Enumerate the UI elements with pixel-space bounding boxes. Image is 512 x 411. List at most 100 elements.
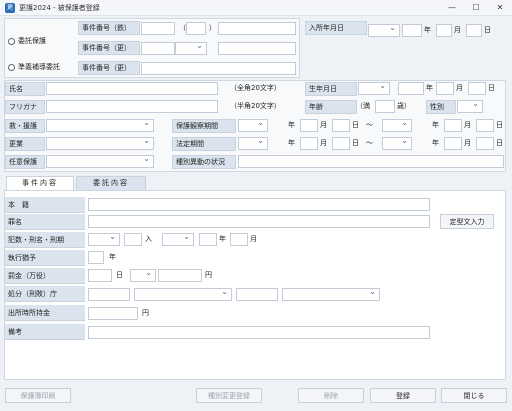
tab-case-content[interactable]: 事件内容 (6, 176, 74, 190)
release-label: 出所時所持金 (5, 305, 85, 321)
case-no-jaku-2[interactable] (186, 22, 206, 35)
kana-input[interactable] (46, 100, 218, 113)
fine-type-select[interactable] (130, 268, 156, 282)
fine-days-input[interactable] (88, 269, 112, 282)
probation-from-month[interactable] (300, 119, 318, 132)
prior-in-unit: 入 (145, 235, 152, 243)
legal-from-era[interactable] (238, 136, 268, 150)
special-label: 種別異動の状況 (172, 155, 236, 169)
minimize-button[interactable]: — (440, 0, 464, 16)
prior-count-select[interactable] (88, 232, 120, 246)
prior-type-select[interactable] (162, 232, 194, 246)
tab-entrust-content[interactable]: 委託内容 (76, 176, 146, 190)
legal-from-month-unit: 月 (320, 139, 327, 147)
paren-close: ） (209, 24, 216, 32)
legal-from-day[interactable] (332, 137, 350, 150)
legal-to-era[interactable] (382, 136, 412, 150)
birth-era-select[interactable] (358, 81, 390, 95)
prior-month-input[interactable] (230, 233, 248, 246)
case-no-jaku-3[interactable] (218, 22, 296, 35)
suspension-year-unit: 年 (109, 253, 116, 261)
birth-year[interactable] (398, 82, 424, 95)
prior-year-unit: 年 (219, 235, 226, 243)
maximize-button[interactable]: ☐ (464, 0, 488, 16)
case-no-kou-1[interactable] (141, 42, 175, 55)
case-no-jaku-label: 事件番号（鉄） (78, 21, 140, 35)
suspension-input[interactable] (88, 251, 104, 264)
court-select[interactable] (134, 287, 232, 301)
prior-count-input[interactable] (124, 233, 142, 246)
admission-era-select[interactable] (368, 23, 400, 37)
radio-entrusted-label: 委託保護 (18, 37, 46, 45)
probation-to-month-unit: 月 (464, 121, 471, 129)
app-icon: 更 (5, 3, 15, 13)
legal-from-month[interactable] (300, 137, 318, 150)
admission-day[interactable] (466, 24, 482, 37)
fine-yen-unit: 円 (205, 271, 212, 279)
birth-month-unit: 月 (456, 84, 463, 92)
template-button[interactable]: 定型文入力 (440, 214, 494, 229)
radio-former[interactable] (8, 64, 15, 71)
probation-to-day[interactable] (476, 119, 494, 132)
remarks-label: 備考 (5, 324, 85, 340)
probation-from-day[interactable] (332, 119, 350, 132)
register-button[interactable]: 登録 (370, 388, 436, 403)
birth-day[interactable] (468, 82, 486, 95)
fine-amount-input[interactable] (158, 269, 202, 282)
crime-input[interactable] (88, 215, 430, 228)
case-no-kou2-input[interactable] (141, 62, 296, 75)
relief-select[interactable] (46, 118, 154, 132)
change-type-button[interactable]: 種別変更登録 (196, 388, 262, 403)
birth-year-unit: 年 (426, 84, 433, 92)
suspension-label: 執行猶予 (5, 250, 85, 266)
probation-to-day-unit: 日 (496, 121, 503, 129)
delete-button[interactable]: 削除 (298, 388, 364, 403)
close-button[interactable]: 閉じる (441, 388, 507, 403)
admission-month[interactable] (436, 24, 452, 37)
special-input[interactable] (238, 155, 504, 168)
case-no-kou-3[interactable] (218, 42, 296, 55)
probation-from-day-unit: 日 (352, 121, 359, 129)
gender-select[interactable] (457, 99, 483, 113)
release-money-input[interactable] (88, 307, 138, 320)
age-suffix: 歳） (397, 102, 411, 110)
radio-former-label: 準義補導委託 (18, 63, 60, 71)
legal-to-year: 年 (432, 139, 439, 147)
court-code-input[interactable] (88, 288, 130, 301)
legal-label: 法定期間 (172, 137, 236, 151)
main-input[interactable] (88, 198, 430, 211)
prior-month-unit: 月 (250, 235, 257, 243)
age-input[interactable] (375, 100, 395, 113)
paren-open: （ (179, 24, 186, 32)
relief-label: 救・援護 (5, 119, 45, 133)
case-no-kou2-label: 事件番号（更） (78, 61, 140, 75)
court-label: 処分（刑敗）庁 (5, 286, 85, 302)
court2-select[interactable] (282, 287, 380, 301)
voluntary-select[interactable] (46, 154, 154, 168)
court-code2-input[interactable] (236, 288, 278, 301)
probation-to-year: 年 (432, 121, 439, 129)
close-window-button[interactable]: ✕ (488, 0, 512, 16)
kouchou-select[interactable] (46, 136, 154, 150)
case-no-kou-select[interactable] (175, 41, 207, 55)
gender-label: 性別 (426, 100, 456, 114)
probation-from-era[interactable] (238, 118, 268, 132)
admission-year[interactable] (402, 24, 422, 37)
legal-to-month[interactable] (444, 137, 462, 150)
release-yen-unit: 円 (142, 309, 149, 317)
print-button[interactable]: 保護簿印刷 (5, 388, 71, 403)
name-input[interactable] (46, 82, 218, 95)
probation-from-month-unit: 月 (320, 121, 327, 129)
remarks-input[interactable] (88, 326, 430, 339)
name-label: 氏名 (5, 82, 45, 96)
prior-year-input[interactable] (199, 233, 217, 246)
probation-to-month[interactable] (444, 119, 462, 132)
birth-month[interactable] (436, 82, 454, 95)
birth-label: 生年月日 (305, 82, 357, 96)
legal-to-day[interactable] (476, 137, 494, 150)
probation-to-era[interactable] (382, 118, 412, 132)
window-title: 更護2024 - 被保護者登録 (19, 4, 100, 12)
radio-entrusted[interactable] (8, 38, 15, 45)
case-no-jaku-1[interactable] (141, 22, 175, 35)
legal-to-day-unit: 日 (496, 139, 503, 147)
